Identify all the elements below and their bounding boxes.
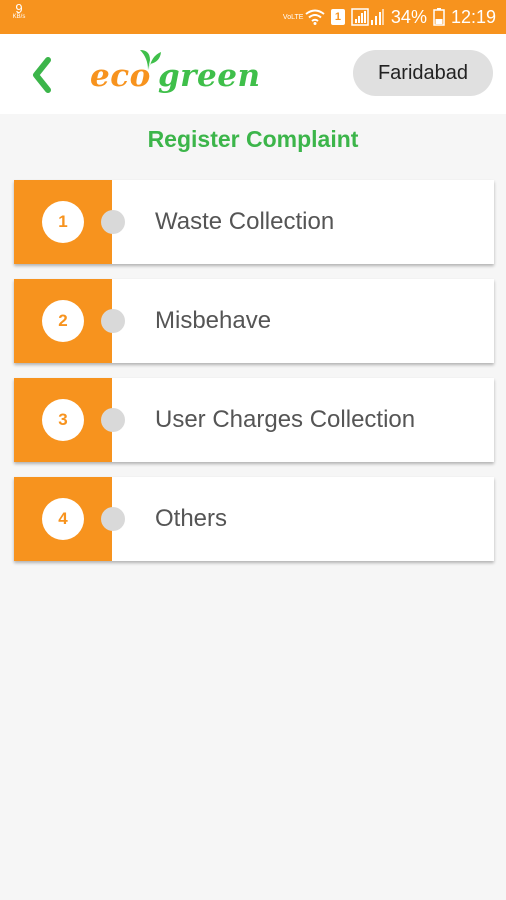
app-bar: eco green Faridabad	[0, 34, 506, 114]
connector-dot	[101, 309, 125, 333]
connector-dot	[101, 408, 125, 432]
item-number-badge: 4	[42, 498, 84, 540]
volte-icon: VoLTE	[282, 13, 304, 21]
item-number-badge: 3	[42, 399, 84, 441]
complaint-label: Waste Collection	[155, 208, 335, 235]
logo-green-text: green	[158, 58, 261, 94]
page-title: Register Complaint	[147, 126, 359, 152]
item-number-badge: 1	[42, 201, 84, 243]
wifi-icon	[305, 9, 325, 25]
city-selector-button[interactable]: Faridabad	[353, 50, 493, 96]
complaint-item-misbehave[interactable]: 2 Misbehave	[14, 279, 494, 363]
chevron-left-icon	[33, 57, 51, 93]
back-button[interactable]	[26, 56, 56, 94]
clock: 12:19	[450, 6, 496, 27]
connector-dot	[101, 507, 125, 531]
complaint-label: Others	[155, 505, 228, 532]
battery-icon	[433, 8, 445, 26]
battery-percent: 34%	[390, 6, 427, 27]
complaint-item-user-charges-collection[interactable]: 3 User Charges Collection	[14, 378, 494, 462]
complaint-item-waste-collection[interactable]: 1 Waste Collection	[14, 180, 494, 264]
connector-dot	[101, 210, 125, 234]
complaint-label: Misbehave	[155, 307, 272, 334]
item-number-badge: 2	[42, 300, 84, 342]
signal-icon	[351, 8, 385, 26]
status-bar: 9 KB/s VoLTE 1 34% 12:19	[0, 0, 506, 34]
ecogreen-logo: eco green	[88, 50, 261, 100]
complaint-item-others[interactable]: 4 Others	[14, 477, 494, 561]
network-speed: 9 KB/s	[6, 2, 32, 21]
complaint-label: User Charges Collection	[155, 406, 416, 433]
network-speed-unit: KB/s	[12, 14, 26, 20]
sim-badge: 1	[330, 9, 345, 25]
